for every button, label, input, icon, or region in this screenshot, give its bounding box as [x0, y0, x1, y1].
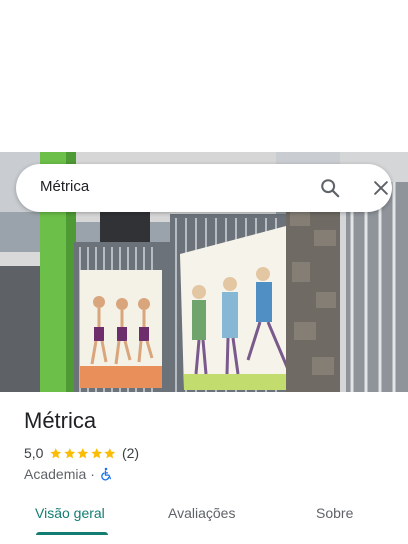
- category-row: Academia ·: [24, 465, 113, 483]
- tab-overview[interactable]: Visão geral: [35, 505, 105, 521]
- rating-value: 5,0: [24, 445, 44, 461]
- place-category: Academia: [24, 466, 87, 482]
- rating-row[interactable]: 5,0 (2): [24, 444, 139, 462]
- star-icon: [64, 447, 76, 458]
- search-input[interactable]: Métrica: [40, 178, 89, 195]
- close-icon[interactable]: [371, 178, 391, 198]
- tab-about[interactable]: Sobre: [316, 505, 353, 521]
- star-icon: [77, 447, 89, 458]
- search-box[interactable]: Métrica: [16, 164, 392, 212]
- star-icon: [50, 447, 62, 458]
- place-title: Métrica: [24, 408, 97, 433]
- separator-dot: ·: [90, 466, 95, 482]
- search-icon[interactable]: [319, 177, 341, 199]
- tab-bar: Visão geral Avaliações Sobre: [0, 496, 408, 536]
- review-count[interactable]: (2): [122, 445, 139, 461]
- star-icon: [104, 447, 116, 458]
- active-tab-indicator: [36, 532, 108, 535]
- wheelchair-icon: [101, 467, 111, 481]
- star-icon: [91, 447, 103, 458]
- rating-stars: [49, 447, 117, 460]
- tab-reviews[interactable]: Avaliações: [168, 505, 235, 521]
